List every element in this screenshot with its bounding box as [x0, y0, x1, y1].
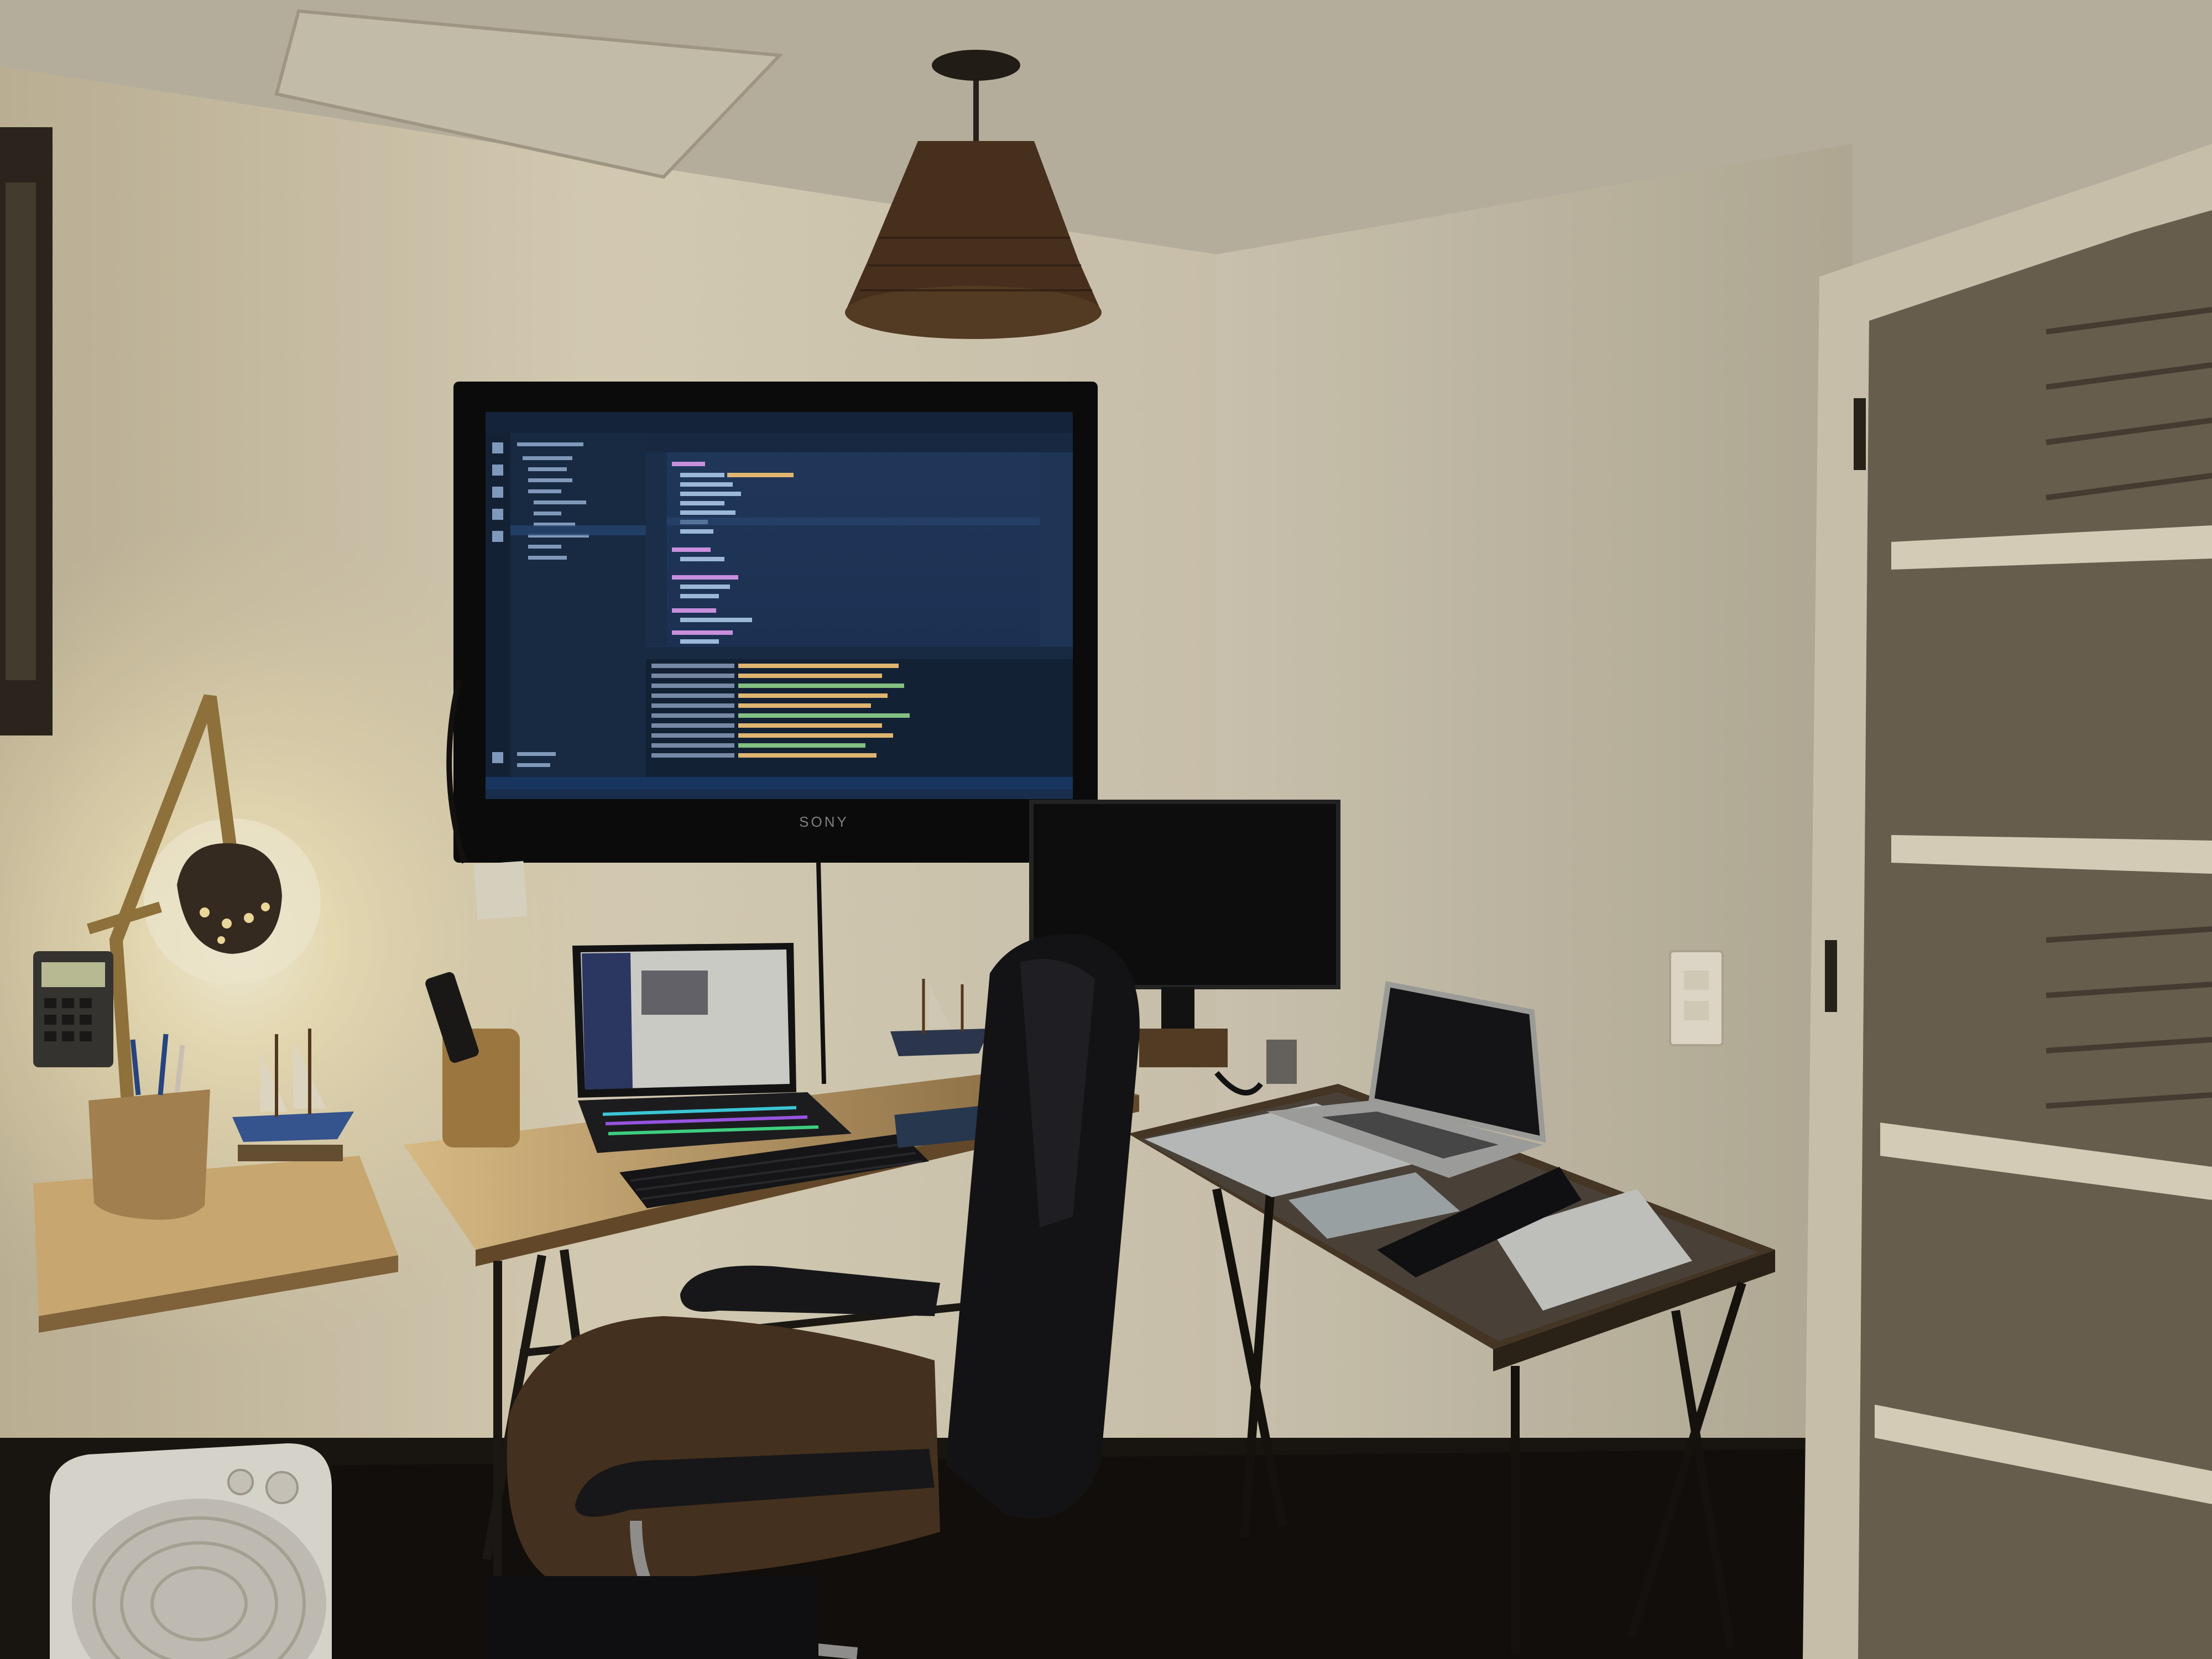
office-photo: SONY — [0, 0, 2212, 1659]
vignette — [0, 0, 2212, 1659]
